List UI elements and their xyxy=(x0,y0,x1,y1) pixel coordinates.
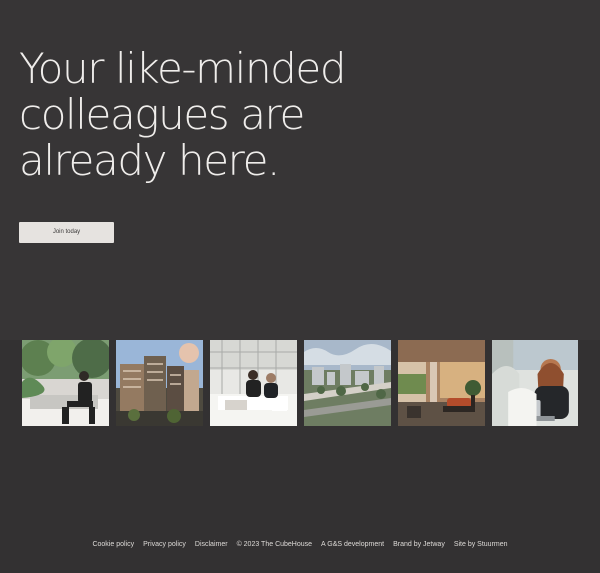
office-meeting-photo-icon xyxy=(210,340,297,426)
photo-gallery xyxy=(22,340,578,426)
disclaimer-link[interactable]: Disclaimer xyxy=(195,539,228,551)
woman-laptop-photo-icon xyxy=(492,340,578,426)
development-credit: A G&S development xyxy=(321,541,385,548)
join-today-button[interactable]: Join today xyxy=(19,222,114,243)
hero-title-line-2: colleagues are xyxy=(19,90,305,139)
gallery-item-garden-person[interactable] xyxy=(22,340,109,426)
site-footer: Cookie policy Privacy policy Disclaimer … xyxy=(0,539,600,551)
gallery-item-office-meeting[interactable] xyxy=(210,340,297,426)
hero-title: Your like-minded colleagues are already … xyxy=(19,46,399,184)
gallery-item-woman-laptop[interactable] xyxy=(492,340,578,426)
building-exterior-photo-icon xyxy=(116,340,203,426)
copyright-text: © 2023 The CubeHouse xyxy=(236,541,313,548)
gallery-item-city-aerial[interactable] xyxy=(304,340,391,426)
gallery-item-lounge-interior[interactable] xyxy=(398,340,485,426)
garden-person-photo-icon xyxy=(22,340,109,426)
hero-title-line-1: Your like-minded xyxy=(19,44,347,93)
brand-credit-link[interactable]: Brand by Jetway xyxy=(393,539,445,551)
lounge-interior-photo-icon xyxy=(398,340,485,426)
privacy-policy-link[interactable]: Privacy policy xyxy=(143,539,186,551)
gallery-item-building-exterior[interactable] xyxy=(116,340,203,426)
cookie-policy-link[interactable]: Cookie policy xyxy=(92,539,134,551)
site-credit-link[interactable]: Site by Stuurmen xyxy=(454,539,508,551)
city-aerial-photo-icon xyxy=(304,340,391,426)
hero-title-line-3: already here. xyxy=(19,136,280,185)
